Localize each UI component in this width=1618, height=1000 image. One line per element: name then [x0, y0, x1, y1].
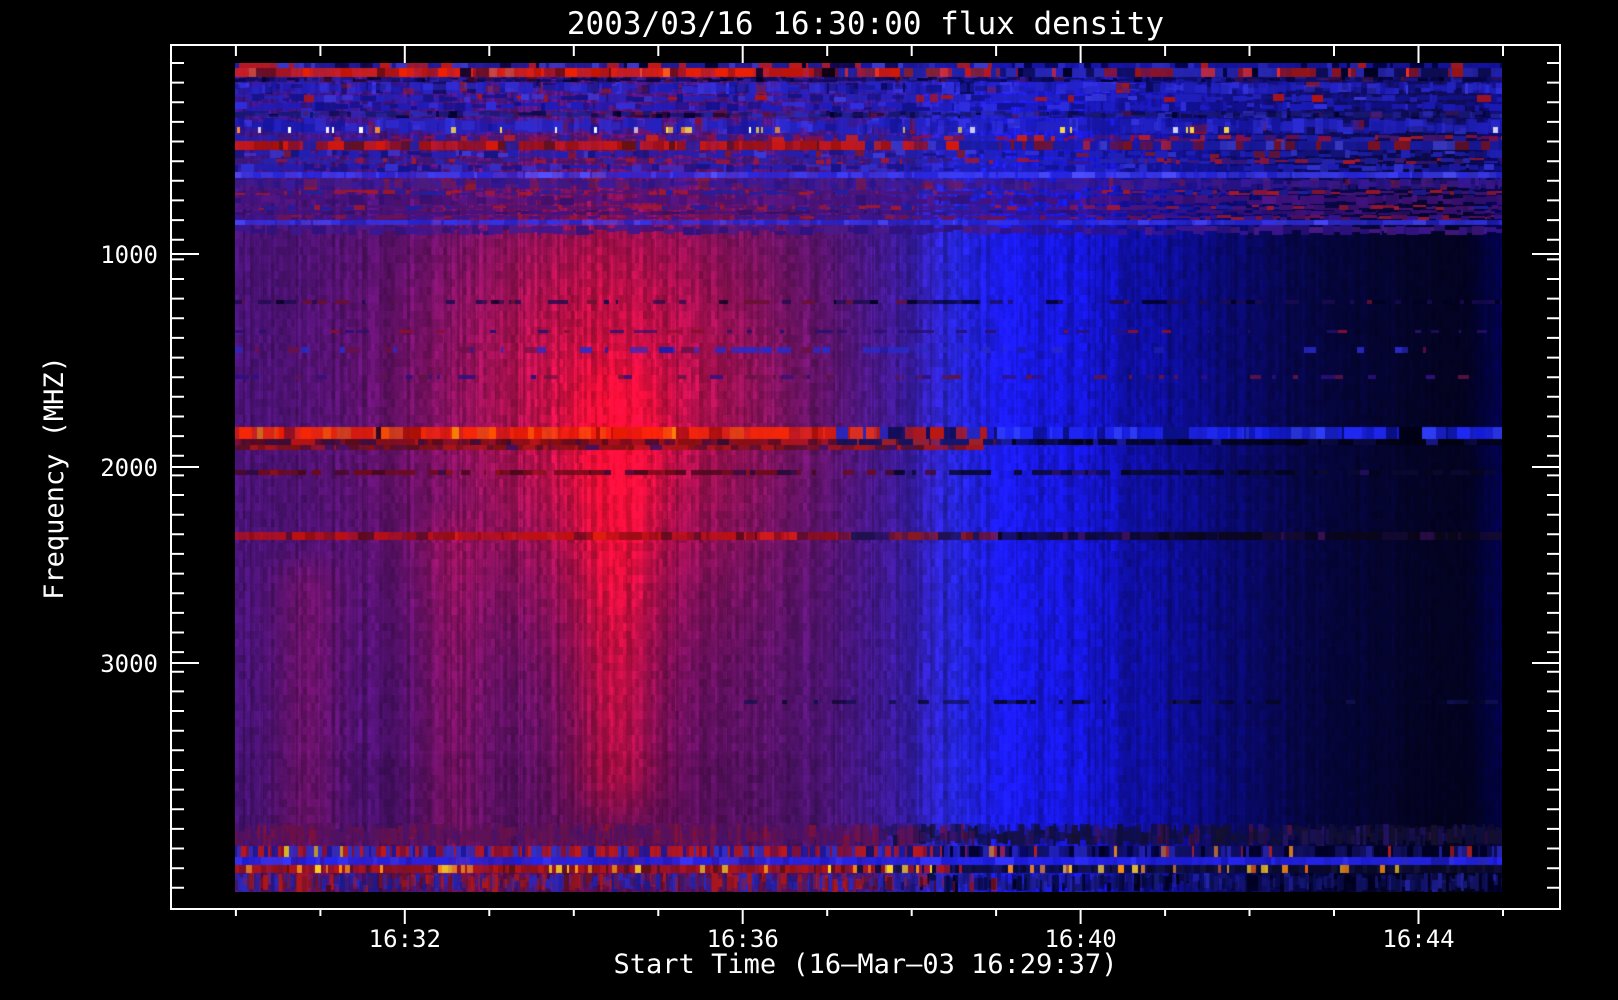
- plot-frame: [170, 44, 1561, 910]
- y-tick-label: 3000: [100, 650, 158, 678]
- spectrogram-chart: 1000 2000 3000 16:32 16:36 16:40 16:44 2003/03…: [0, 0, 1618, 1000]
- minor-ticks: [171, 45, 1560, 916]
- x-axis-title: Start Time (16–Mar–03 16:29:37): [613, 949, 1118, 980]
- chart-title: 2003/03/16 16:30:00 flux density: [566, 6, 1165, 42]
- axes-overlay: 10002000300016:32 16:36 16:40 16:44: [100, 44, 1561, 953]
- major-ticks: [171, 45, 1560, 924]
- y-tick-label: 1000: [100, 241, 158, 269]
- y-axis-title: Frequency (MHZ): [39, 356, 70, 600]
- y-tick-label: 2000: [100, 454, 158, 482]
